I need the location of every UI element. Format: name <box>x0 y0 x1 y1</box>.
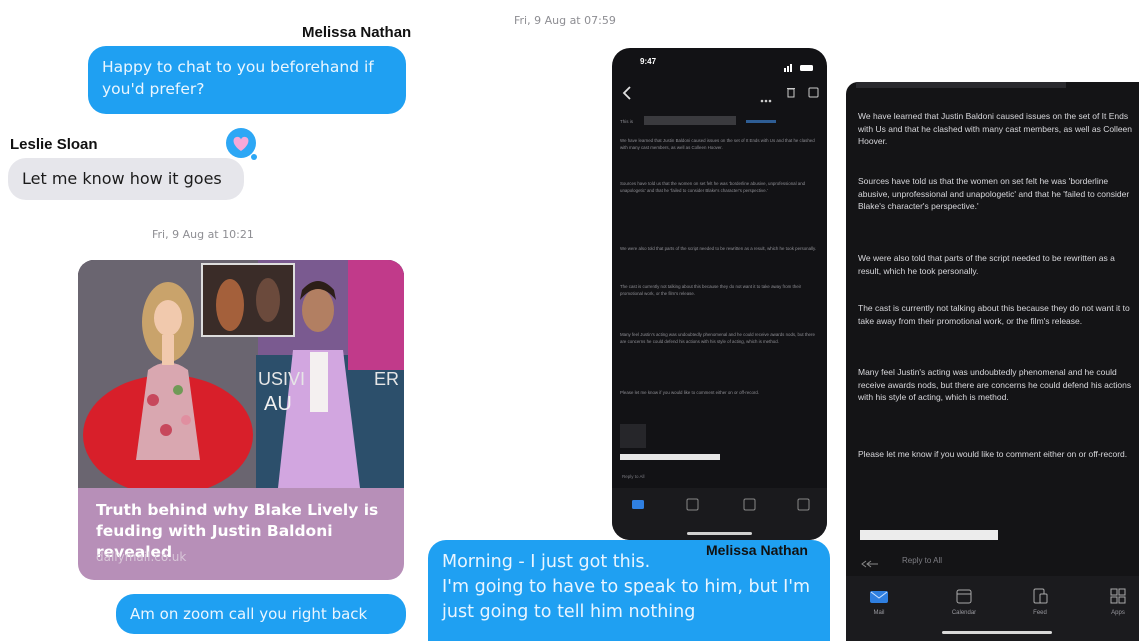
apps-tab-icon[interactable] <box>1110 588 1126 609</box>
link-preview-card[interactable]: USIVI AU ER Truth behind why Blake Livel… <box>78 260 404 580</box>
heart-reaction-icon[interactable] <box>224 126 260 162</box>
calendar-tab-icon[interactable] <box>956 588 972 609</box>
message-text: Let me know how it goes <box>22 169 222 188</box>
email-paragraph: We were also told that parts of the scri… <box>620 246 817 251</box>
status-bar-icons <box>784 59 814 77</box>
image-sign-text-left2: AU <box>264 393 292 415</box>
image-sign-text-right: ER <box>374 369 399 389</box>
redaction-link <box>746 120 776 123</box>
tab-label-feed[interactable]: Feed <box>1022 610 1058 616</box>
more-icon[interactable] <box>760 90 772 108</box>
message-text: Happy to chat to you beforehand if you'd… <box>102 58 374 98</box>
email-paragraph: Sources have told us that the women on s… <box>620 181 806 193</box>
email-paragraph: We have learned that Justin Baldoni caus… <box>858 111 1133 146</box>
image-sign-text-left: USIVI <box>258 369 305 389</box>
email-greeting: This is <box>620 119 634 124</box>
tab-bar <box>612 488 827 540</box>
message-bubble-incoming[interactable]: Let me know how it goes <box>8 158 244 200</box>
message-timestamp: Fri, 9 Aug at 10:21 <box>152 228 254 241</box>
signature-block <box>620 424 646 448</box>
archive-icon[interactable] <box>808 85 819 103</box>
home-indicator <box>942 631 1052 634</box>
email-paragraph: Many feel Justin's acting was undoubtedl… <box>858 367 1132 402</box>
email-paragraph: The cast is currently not talking about … <box>620 284 802 296</box>
mail-tab-icon[interactable] <box>870 590 888 609</box>
feed-tab-icon[interactable] <box>1032 588 1048 609</box>
tab-label-apps[interactable]: Apps <box>1100 610 1136 616</box>
reply-all-button-small[interactable]: Reply to All <box>622 474 645 479</box>
link-domain: dailymail.co.uk <box>96 550 187 564</box>
phone-email-screenshot: 9:47 This is We have learned that Justin… <box>612 48 827 540</box>
email-body-zoomed: We have learned that Justin Baldoni caus… <box>846 82 1139 641</box>
back-chevron-icon[interactable] <box>622 86 632 105</box>
message-bubble-outgoing[interactable]: Happy to chat to you beforehand if you'd… <box>88 46 406 114</box>
sender-name-melissa: Melissa Nathan <box>302 24 412 41</box>
email-paragraph: We have learned that Justin Baldoni caus… <box>620 138 815 150</box>
trash-icon[interactable] <box>786 85 796 103</box>
signature-bar <box>860 530 998 540</box>
email-paragraph: The cast is currently not talking about … <box>858 303 1130 326</box>
email-header-redaction <box>856 82 1066 88</box>
sender-name-leslie: Leslie Sloan <box>10 136 98 153</box>
email-paragraph: Many feel Justin's acting was undoubtedl… <box>620 332 815 344</box>
email-paragraph: Please let me know if you would like to … <box>620 390 760 395</box>
email-paragraph: Please let me know if you would like to … <box>858 449 1128 459</box>
signature-bar <box>620 454 720 460</box>
redaction-bar <box>644 116 736 125</box>
message-bubble-outgoing-zoom[interactable]: Am on zoom call you right back <box>116 594 406 634</box>
email-paragraph: We were also told that parts of the scri… <box>858 253 1115 276</box>
article-image: USIVI AU ER <box>78 260 404 488</box>
reply-all-button[interactable]: Reply to All <box>902 556 942 565</box>
sender-name-melissa-right: Melissa Nathan <box>706 542 808 558</box>
status-bar-time: 9:47 <box>640 57 657 66</box>
tab-label-mail[interactable]: Mail <box>862 610 896 616</box>
email-paragraph: Sources have told us that the women on s… <box>858 176 1130 211</box>
tab-label-calendar[interactable]: Calendar <box>942 610 986 616</box>
message-text: Am on zoom call you right back <box>130 605 368 623</box>
right-timestamp: Fri, 9 Aug at 07:59 <box>514 14 616 27</box>
reply-all-icon[interactable] <box>860 556 882 574</box>
message-text: Morning - I just got this. I'm going to … <box>442 552 811 622</box>
